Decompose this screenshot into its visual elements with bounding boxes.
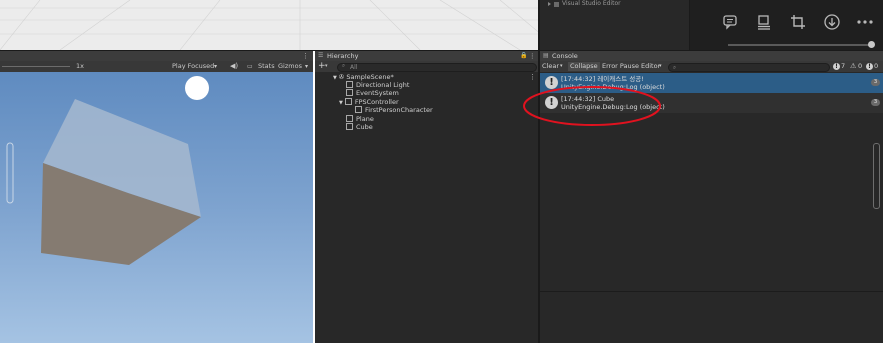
item-label: FirstPersonCharacter (365, 106, 433, 114)
unity-scene-icon: ✇ (338, 73, 345, 81)
scale-label: 1x (76, 62, 84, 70)
panel-divider[interactable] (689, 0, 690, 50)
zoom-slider-knob[interactable] (868, 41, 875, 48)
hierarchy-item-eventsystem[interactable]: EventSystem (346, 89, 399, 97)
collapse-count-badge: 3 (871, 99, 880, 106)
hierarchy-toolbar: + ▾ ⌕ All (315, 61, 538, 72)
dropdown-arrow-icon[interactable]: ▾ (214, 61, 217, 72)
console-toolbar: Clear ▾ Collapse Error Pause Editor ▾ ⌕ … (540, 61, 883, 72)
hierarchy-title: Hierarchy (327, 52, 359, 60)
hierarchy-item-firstpersoncharacter[interactable]: FirstPersonCharacter (355, 106, 433, 114)
layout-icon[interactable] (754, 12, 774, 32)
scale-slider[interactable] (2, 66, 70, 67)
gameobject-icon (346, 123, 353, 130)
panel-menu-icon[interactable]: ⋮ (529, 51, 536, 61)
scene-view-strip[interactable] (0, 0, 540, 50)
foldout-icon[interactable] (548, 2, 551, 6)
comment-icon[interactable] (720, 12, 740, 32)
console-tab[interactable]: ▤ Console (540, 51, 883, 61)
stats-button[interactable]: Stats (258, 61, 275, 72)
visual-studio-editor-label: Visual Studio Editor (562, 0, 621, 7)
toolbar-area (689, 0, 883, 50)
clear-button[interactable]: Clear (542, 61, 559, 72)
gameobject-icon (344, 98, 352, 105)
detail-divider[interactable] (540, 291, 883, 292)
hierarchy-panel: ☰ Hierarchy 🔒 ⋮ + ▾ ⌕ All ▼ ✇ SampleScene*… (315, 51, 538, 343)
console-search-input[interactable]: ⌕ (668, 63, 830, 72)
warning-count-icon[interactable]: ⚠ (850, 61, 856, 72)
lock-icon[interactable]: 🔒 (520, 51, 527, 61)
gameobject-icon (346, 115, 353, 122)
hierarchy-item-plane[interactable]: Plane (346, 115, 374, 123)
collapse-toggle[interactable]: Collapse (568, 62, 600, 71)
mute-audio-icon[interactable]: ◀) (230, 61, 238, 72)
panel-menu-icon[interactable]: ⋮ (302, 51, 309, 61)
gameobject-icon (346, 89, 353, 96)
log-count-icon[interactable]: ! (833, 63, 840, 70)
log-message: [17:44:32] 레이캐스트 성공! (561, 75, 644, 83)
error-count: 0 (874, 62, 879, 70)
foldout-icon[interactable]: ▼ (339, 100, 343, 106)
foldout-icon[interactable]: ▼ (333, 75, 337, 81)
scroll-handle (6, 142, 14, 204)
add-dropdown-icon[interactable]: ▾ (325, 63, 328, 69)
gameobject-icon (346, 81, 353, 88)
scene-menu-icon[interactable]: ⋮ (529, 73, 536, 81)
warning-count: 0 (858, 62, 863, 70)
hierarchy-tab[interactable]: ☰ Hierarchy 🔒 ⋮ (315, 51, 538, 61)
scene-root[interactable]: ▼ ✇ SampleScene* (333, 73, 394, 81)
error-pause-toggle[interactable]: Error Pause (602, 61, 639, 72)
item-label: Plane (356, 115, 374, 123)
more-icon[interactable] (855, 12, 875, 32)
game-tab-bar: ⋮ (0, 51, 313, 61)
sun-disc (185, 76, 209, 100)
zoom-slider-track[interactable] (728, 44, 873, 46)
visual-studio-editor-row[interactable]: Visual Studio Editor (548, 0, 621, 8)
hierarchy-item-directional-light[interactable]: Directional Light (346, 81, 409, 89)
game-view[interactable] (0, 72, 313, 343)
error-count-icon[interactable]: ! (866, 63, 873, 70)
item-label: Cube (356, 123, 373, 131)
console-scrollbar[interactable] (873, 143, 880, 209)
search-placeholder: All (350, 63, 358, 71)
hierarchy-item-fpscontroller[interactable]: ▼ FPSController (339, 98, 399, 106)
editor-dropdown[interactable]: Editor (641, 61, 660, 72)
collapse-count-badge: 3 (871, 79, 880, 86)
scene-name: SampleScene* (346, 73, 394, 81)
item-label: EventSystem (356, 89, 399, 97)
gizmos-button[interactable]: Gizmos (278, 61, 302, 72)
cube-render (6, 76, 209, 265)
hierarchy-menu-icon[interactable]: ☰ (318, 51, 323, 61)
folder-icon (554, 1, 559, 7)
log-count: 7 (841, 62, 846, 70)
gameobject-icon (355, 106, 362, 113)
annotation-circle (523, 86, 661, 126)
hierarchy-search-input[interactable]: ⌕ All (337, 63, 537, 72)
download-icon[interactable] (822, 12, 842, 32)
console-icon: ▤ (543, 52, 549, 59)
crop-icon[interactable] (788, 12, 808, 32)
scene-grid (0, 0, 540, 50)
display-icon[interactable]: ▭ (247, 61, 253, 72)
clear-dropdown-icon[interactable]: ▾ (560, 61, 563, 72)
hierarchy-item-cube[interactable]: Cube (346, 123, 373, 131)
editor-dropdown-icon[interactable]: ▾ (659, 61, 662, 72)
item-label: Directional Light (356, 81, 410, 89)
play-focused-dropdown[interactable]: Play Focused (172, 61, 214, 72)
search-icon: ⌕ (342, 63, 346, 69)
item-label: FPSController (354, 98, 399, 106)
console-title: Console (552, 52, 578, 60)
gizmos-dropdown-icon[interactable]: ▾ (305, 61, 308, 72)
